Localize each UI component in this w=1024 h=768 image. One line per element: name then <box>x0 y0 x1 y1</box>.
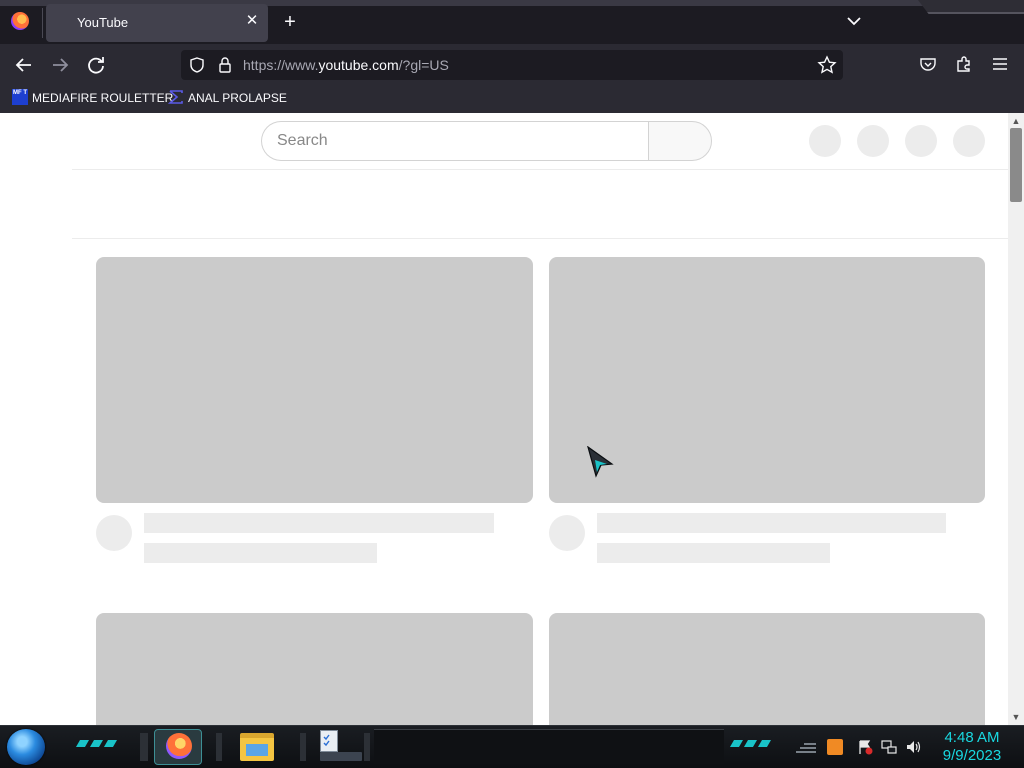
tab-separator <box>42 8 43 38</box>
taskbar-app-bar <box>320 752 362 761</box>
chevron-down-icon[interactable] <box>845 12 863 30</box>
app-tray-icon[interactable] <box>827 739 843 755</box>
search-button[interactable] <box>648 121 712 161</box>
url-suffix: /?gl=US <box>398 57 449 73</box>
taskbar-separator <box>216 733 222 761</box>
taskbar-separator <box>364 733 370 761</box>
back-arrow-icon[interactable] <box>10 51 38 79</box>
pocket-icon[interactable] <box>919 55 937 73</box>
taskbar-empty-area <box>374 729 724 764</box>
extensions-icon[interactable] <box>955 55 973 73</box>
header-button-placeholder <box>953 125 985 157</box>
scrollbar-thumb[interactable] <box>1010 128 1022 202</box>
video-thumbnail-placeholder <box>96 257 533 503</box>
network-icon[interactable] <box>881 739 897 755</box>
video-title-placeholder <box>597 513 946 533</box>
show-hidden-icons-icon[interactable] <box>794 740 818 756</box>
checklist-icon <box>323 734 330 747</box>
shield-icon[interactable] <box>188 56 206 74</box>
lock-icon[interactable] <box>217 56 233 74</box>
video-meta-placeholder <box>144 543 377 563</box>
url-prefix: https://www. <box>243 57 319 73</box>
header-button-placeholder <box>857 125 889 157</box>
firefox-icon <box>166 733 192 759</box>
sigma-icon <box>168 90 183 104</box>
video-thumbnail-placeholder <box>549 257 985 503</box>
mft-icon: MF T <box>12 89 28 105</box>
folder-icon <box>246 744 268 756</box>
firefox-icon[interactable] <box>11 12 29 30</box>
close-tab-icon[interactable]: ✕ <box>244 11 260 31</box>
volume-icon[interactable] <box>905 739 921 755</box>
bookmark-anal-prolapse[interactable]: ANAL PROLAPSE <box>188 91 287 105</box>
scroll-up-arrow-icon[interactable]: ▲ <box>1008 114 1024 128</box>
header-button-placeholder <box>809 125 841 157</box>
video-thumbnail-placeholder <box>96 613 533 725</box>
action-center-flag-icon[interactable] <box>857 739 873 755</box>
header-button-placeholder <box>905 125 937 157</box>
header-divider <box>72 169 1008 170</box>
window-decoration <box>918 0 1024 14</box>
taskbar-separator <box>300 733 306 761</box>
tab-title: YouTube <box>77 15 129 30</box>
video-thumbnail-placeholder <box>549 613 985 725</box>
bookmark-star-icon[interactable] <box>817 55 837 75</box>
search-placeholder: Search <box>277 132 328 149</box>
video-meta-placeholder <box>597 543 830 563</box>
channel-avatar-placeholder <box>549 515 585 551</box>
bookmark-mediafire[interactable]: MEDIAFIRE ROULETTER <box>32 91 173 105</box>
url-text[interactable]: https://www.youtube.com/?gl=US <box>243 57 449 73</box>
video-title-placeholder <box>144 513 494 533</box>
scrollbar-track[interactable] <box>1008 113 1024 725</box>
mouse-cursor-icon <box>587 446 614 478</box>
taskbar-separator <box>140 733 148 761</box>
url-domain: youtube.com <box>318 57 399 73</box>
channel-avatar-placeholder <box>96 515 132 551</box>
clock-date[interactable]: 9/9/2023 <box>934 747 1010 764</box>
forward-arrow-icon[interactable] <box>46 51 74 79</box>
chips-divider <box>72 238 1008 239</box>
clock-time[interactable]: 4:48 AM <box>934 729 1010 746</box>
new-tab-icon[interactable]: + <box>280 11 300 33</box>
scroll-down-arrow-icon[interactable]: ▼ <box>1008 710 1024 724</box>
start-button[interactable] <box>7 729 45 765</box>
reload-icon[interactable] <box>82 51 110 79</box>
menu-icon[interactable] <box>991 56 1009 72</box>
